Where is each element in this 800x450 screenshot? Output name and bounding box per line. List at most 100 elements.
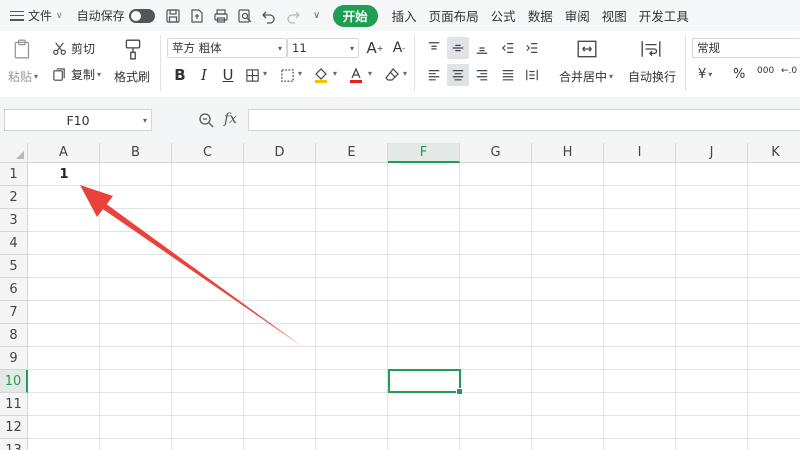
row-header-10[interactable]: 10 — [0, 370, 28, 393]
align-bottom-icon — [476, 47, 488, 54]
column-header-f[interactable]: F — [388, 143, 460, 163]
row-header-13[interactable]: 13 — [0, 439, 28, 450]
grid-hline — [28, 277, 800, 278]
copy-button[interactable]: 复制 ▾ — [52, 66, 101, 83]
bold-button[interactable]: B — [169, 64, 191, 86]
justify-icon — [502, 70, 514, 81]
tab-view[interactable]: 视图 — [596, 0, 633, 31]
decrease-indent-button[interactable] — [497, 37, 519, 59]
grid-vline — [675, 163, 676, 450]
row-header-4[interactable]: 4 — [0, 232, 28, 255]
tab-page-layout[interactable]: 页面布局 — [423, 0, 485, 31]
border-button[interactable] — [241, 64, 263, 86]
column-header-a[interactable]: A — [28, 143, 100, 163]
name-box[interactable]: F10 ▾ — [4, 109, 152, 131]
quick-access-more-icon[interactable]: ∨ — [305, 4, 329, 28]
font-color-dropdown-icon[interactable]: ▾ — [368, 69, 372, 78]
autosave-toggle[interactable]: 自动保存 — [69, 0, 161, 31]
tab-formulas[interactable]: 公式 — [485, 0, 522, 31]
align-top-button[interactable] — [423, 37, 445, 59]
tab-home[interactable]: 开始 — [332, 4, 378, 27]
merge-center-icon[interactable] — [576, 38, 598, 60]
grid-vline — [387, 163, 388, 450]
clear-format-dropdown-icon[interactable]: ▾ — [403, 69, 407, 78]
font-size-select[interactable]: 11 ▾ — [287, 38, 359, 58]
align-right-button[interactable] — [471, 64, 493, 86]
column-header-e[interactable]: E — [316, 143, 388, 163]
format-painter-icon[interactable] — [122, 37, 144, 61]
increase-decimal-button[interactable]: ←.0 — [781, 66, 797, 76]
grid-hline — [28, 208, 800, 209]
row-header-8[interactable]: 8 — [0, 324, 28, 347]
cut-button[interactable]: 剪切 — [52, 40, 95, 57]
tab-insert[interactable]: 插入 — [386, 0, 423, 31]
number-format-value: 常规 — [697, 41, 720, 55]
decrease-font-size-button[interactable]: A- — [388, 37, 410, 59]
row-header-1[interactable]: 1 — [0, 163, 28, 186]
align-middle-button[interactable] — [447, 37, 469, 59]
fill-pattern-dropdown-icon[interactable]: ▾ — [298, 69, 302, 78]
border-dropdown-icon[interactable]: ▾ — [263, 69, 267, 78]
save-icon[interactable] — [161, 4, 185, 28]
cell-a1[interactable]: 1 — [28, 163, 100, 186]
tab-data[interactable]: 数据 — [522, 0, 559, 31]
paste-icon[interactable] — [12, 37, 34, 61]
number-format-select[interactable]: 常规 — [692, 38, 800, 58]
row-header-9[interactable]: 9 — [0, 347, 28, 370]
formula-input[interactable] — [248, 109, 800, 131]
row-header-3[interactable]: 3 — [0, 209, 28, 232]
increase-font-size-button[interactable]: A + — [364, 37, 386, 59]
fill-pattern-button[interactable] — [276, 64, 298, 86]
zoom-search-icon[interactable] — [198, 112, 214, 132]
row-header-5[interactable]: 5 — [0, 255, 28, 278]
format-painter-button[interactable]: 格式刷 — [114, 68, 150, 85]
fill-color-button[interactable] — [310, 64, 332, 86]
insert-function-button[interactable]: fx — [224, 111, 237, 127]
export-pdf-icon[interactable] — [185, 4, 209, 28]
column-header-g[interactable]: G — [460, 143, 532, 163]
font-color-button[interactable] — [345, 64, 367, 86]
column-header-h[interactable]: H — [532, 143, 604, 163]
column-header-d[interactable]: D — [244, 143, 316, 163]
row-header-7[interactable]: 7 — [0, 301, 28, 324]
fill-color-dropdown-icon[interactable]: ▾ — [333, 69, 337, 78]
wrap-text-icon[interactable] — [640, 38, 662, 60]
column-header-c[interactable]: C — [172, 143, 244, 163]
merge-center-button[interactable]: 合并居中 ▾ — [559, 68, 613, 85]
clear-format-button[interactable] — [381, 64, 403, 86]
distributed-align-button[interactable] — [521, 64, 543, 86]
increase-indent-button[interactable] — [521, 37, 543, 59]
tab-review[interactable]: 审阅 — [559, 0, 596, 31]
wrap-text-button[interactable]: 自动换行 — [628, 68, 676, 85]
italic-button[interactable]: I — [193, 64, 215, 86]
column-header-i[interactable]: I — [604, 143, 676, 163]
undo-icon[interactable] — [257, 4, 281, 28]
row-header-12[interactable]: 12 — [0, 416, 28, 439]
column-header-k[interactable]: K — [748, 143, 800, 163]
font-name-select[interactable]: 苹方 粗体 ▾ — [167, 38, 287, 58]
thousands-separator-button[interactable]: 000 — [757, 66, 774, 76]
column-header-j[interactable]: J — [676, 143, 748, 163]
file-menu[interactable]: 文件 ∨ — [0, 0, 69, 31]
row-header-2[interactable]: 2 — [0, 186, 28, 209]
align-center-button[interactable] — [447, 64, 469, 86]
column-header-b[interactable]: B — [100, 143, 172, 163]
paint-bucket-icon — [315, 68, 327, 83]
menu-bar: 文件 ∨ 自动保存 ∨ 开始 插入 页面布局 公式 数据 审阅 视图 开发工具 — [0, 0, 800, 31]
redo-icon[interactable] — [281, 4, 305, 28]
selected-cell-f10[interactable] — [388, 369, 463, 395]
tab-developer[interactable]: 开发工具 — [633, 0, 695, 31]
print-preview-icon[interactable] — [233, 4, 257, 28]
select-all-button[interactable] — [0, 143, 28, 163]
align-left-button[interactable] — [423, 64, 445, 86]
justify-button[interactable] — [497, 64, 519, 86]
currency-button[interactable]: ¥ ▾ — [698, 67, 712, 82]
percent-button[interactable]: % — [733, 67, 745, 82]
row-header-6[interactable]: 6 — [0, 278, 28, 301]
underline-button[interactable]: U — [217, 64, 239, 86]
print-icon[interactable] — [209, 4, 233, 28]
align-bottom-button[interactable] — [471, 37, 493, 59]
format-painter-label: 格式刷 — [114, 70, 151, 84]
row-header-11[interactable]: 11 — [0, 393, 28, 416]
paste-button[interactable]: 粘贴 ▾ — [8, 68, 38, 85]
